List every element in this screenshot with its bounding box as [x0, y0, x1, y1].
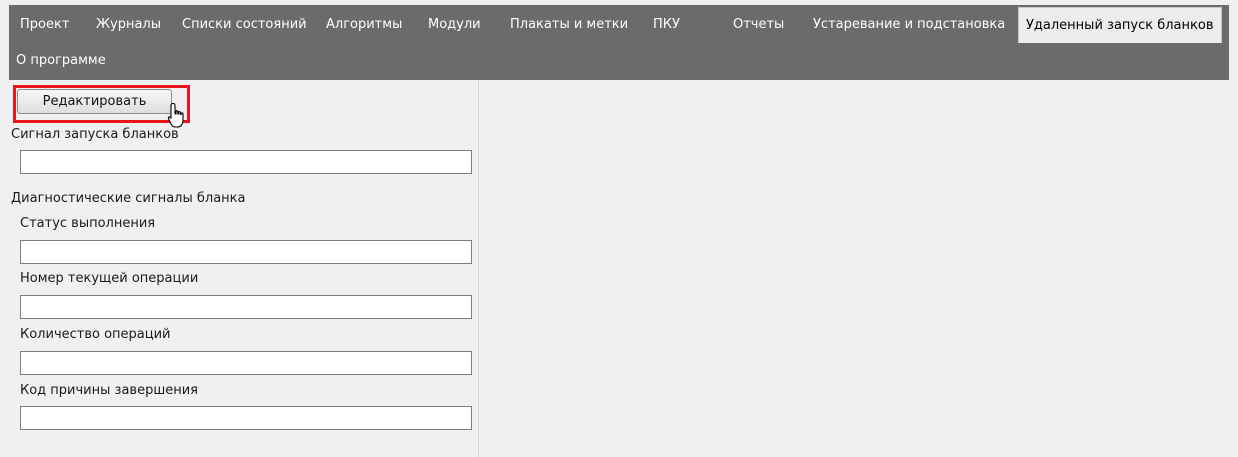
current-operation-field[interactable]: [20, 295, 472, 319]
menu-item-obsolescence[interactable]: Устаревание и подстановка: [806, 7, 1012, 43]
finish-code-field[interactable]: [20, 406, 472, 430]
launch-signal-field[interactable]: [20, 150, 472, 174]
edit-button[interactable]: Редактировать: [17, 89, 172, 114]
menu-item-pku[interactable]: ПКУ: [646, 7, 687, 43]
menu-item-modules[interactable]: Модули: [421, 7, 488, 43]
menu-item-reports[interactable]: Отчеты: [726, 7, 791, 43]
status-field[interactable]: [20, 240, 472, 264]
main-menu-bar: Проект Журналы Списки состояний Алгоритм…: [9, 5, 1229, 80]
status-label: Статус выполнения: [20, 216, 156, 231]
finish-code-label: Код причины завершения: [20, 383, 198, 398]
menu-item-posters[interactable]: Плакаты и метки: [503, 7, 635, 43]
current-operation-label: Номер текущей операции: [20, 271, 199, 286]
menu-item-journals[interactable]: Журналы: [89, 7, 168, 43]
diagnostics-heading: Диагностические сигналы бланка: [11, 191, 246, 206]
launch-signal-label: Сигнал запуска бланков: [11, 127, 179, 142]
menu-item-algorithms[interactable]: Алгоритмы: [319, 7, 409, 43]
operation-count-field[interactable]: [20, 351, 472, 375]
hand-pointer-icon: [167, 102, 184, 128]
menu-item-about[interactable]: О программе: [9, 43, 113, 79]
menu-item-project[interactable]: Проект: [13, 7, 76, 43]
menu-item-remote-launch[interactable]: Удаленный запуск бланков: [1018, 7, 1222, 43]
operation-count-label: Количество операций: [20, 327, 171, 342]
remote-launch-form: Редактировать Сигнал запуска бланков Диа…: [9, 80, 478, 457]
menu-item-state-lists[interactable]: Списки состояний: [175, 7, 314, 43]
panel-divider: [478, 80, 479, 457]
